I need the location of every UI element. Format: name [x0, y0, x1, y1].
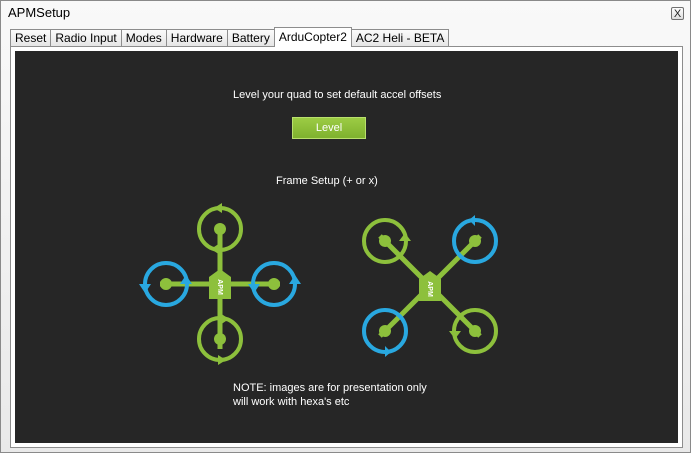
note-line-1: NOTE: images are for presentation only	[233, 382, 427, 394]
plus-motor-rear	[197, 313, 243, 365]
tab-radio-input[interactable]: Radio Input	[50, 29, 122, 47]
tab-battery[interactable]: Battery	[226, 29, 275, 47]
tab-ac2-heli-beta[interactable]: AC2 Heli - BETA	[350, 29, 450, 47]
x-frame-option[interactable]: APM	[355, 211, 505, 361]
tab-modes[interactable]: Modes	[120, 29, 167, 47]
window-title: APMSetup	[8, 5, 71, 20]
plus-motor-right	[248, 261, 301, 307]
note-line-2: will work with hexa's etc	[233, 396, 350, 408]
plus-motor-left	[139, 261, 192, 307]
plus-apm-label: APM	[216, 279, 223, 295]
x-motor-front-right	[452, 215, 498, 264]
x-apm-label: APM	[426, 281, 433, 297]
tab-hardware[interactable]: Hardware	[165, 29, 228, 47]
frame-setup-label: Frame Setup (+ or x)	[276, 175, 378, 187]
apmsetup-window: APMSetup X Reset Radio Input Modes Hardw…	[0, 0, 691, 453]
level-instruction: Level your quad to set default accel off…	[233, 89, 442, 101]
level-button[interactable]: Level	[292, 117, 366, 139]
plus-frame-option[interactable]: APM	[130, 199, 310, 379]
x-motor-rear-left	[362, 308, 408, 357]
title-bar: APMSetup X	[1, 1, 690, 23]
tab-page-frame: Level your quad to set default accel off…	[10, 46, 683, 448]
arducopter2-panel: Level your quad to set default accel off…	[15, 51, 678, 443]
x-motor-front-left	[362, 218, 411, 264]
tab-arducopter2[interactable]: ArduCopter2	[273, 27, 352, 47]
close-icon[interactable]: X	[671, 7, 684, 20]
tab-reset[interactable]: Reset	[10, 29, 52, 47]
tab-strip: Reset Radio Input Modes Hardware Battery…	[10, 27, 450, 47]
x-motor-rear-right	[449, 308, 498, 354]
plus-motor-front	[197, 203, 243, 255]
